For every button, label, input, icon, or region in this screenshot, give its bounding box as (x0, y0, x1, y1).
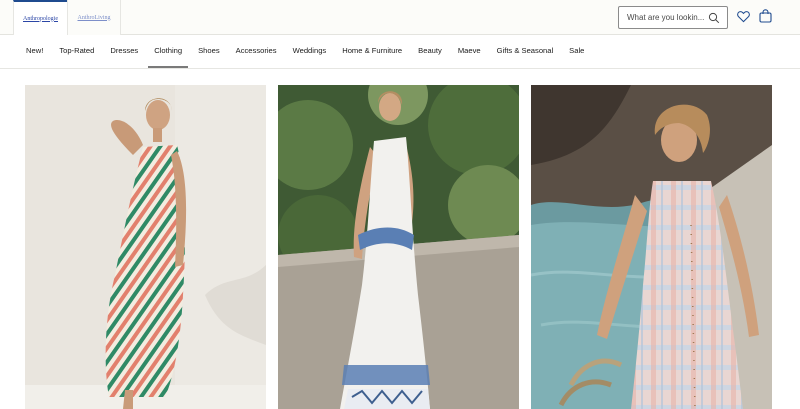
top-header: Anthropologie AnthroLiving (0, 0, 800, 35)
brand-tabs: Anthropologie AnthroLiving (13, 0, 121, 35)
nav-item-weddings[interactable]: Weddings (293, 36, 327, 68)
nav-item-shoes[interactable]: Shoes (198, 36, 220, 68)
nav-item-sale[interactable]: Sale (569, 36, 584, 68)
product-image-grid (25, 85, 772, 409)
category-nav: New! Top-Rated Dresses Clothing Shoes Ac… (0, 36, 800, 69)
nav-item-maeve[interactable]: Maeve (458, 36, 481, 68)
product-image-white-embroidered-dress[interactable] (278, 85, 519, 409)
product-image-striped-dress[interactable] (25, 85, 266, 409)
shopping-bag-icon[interactable] (759, 9, 772, 23)
nav-item-home-furniture[interactable]: Home & Furniture (342, 36, 402, 68)
nav-item-beauty[interactable]: Beauty (418, 36, 442, 68)
heart-icon[interactable] (737, 10, 750, 23)
nav-item-top-rated[interactable]: Top-Rated (59, 36, 94, 68)
brand-tab-anthropologie[interactable]: Anthropologie (13, 0, 67, 35)
nav-item-dresses[interactable]: Dresses (110, 36, 138, 68)
nav-item-gifts-seasonal[interactable]: Gifts & Seasonal (497, 36, 554, 68)
nav-item-accessories[interactable]: Accessories (236, 36, 277, 68)
product-image-plaid-dress[interactable] (531, 85, 772, 409)
nav-item-clothing[interactable]: Clothing (148, 36, 188, 68)
search-input[interactable] (627, 13, 705, 22)
search-icon[interactable] (708, 12, 720, 24)
nav-item-new[interactable]: New! (26, 36, 43, 68)
brand-tab-anthroliving[interactable]: AnthroLiving (67, 0, 121, 35)
search-box[interactable] (618, 6, 728, 29)
